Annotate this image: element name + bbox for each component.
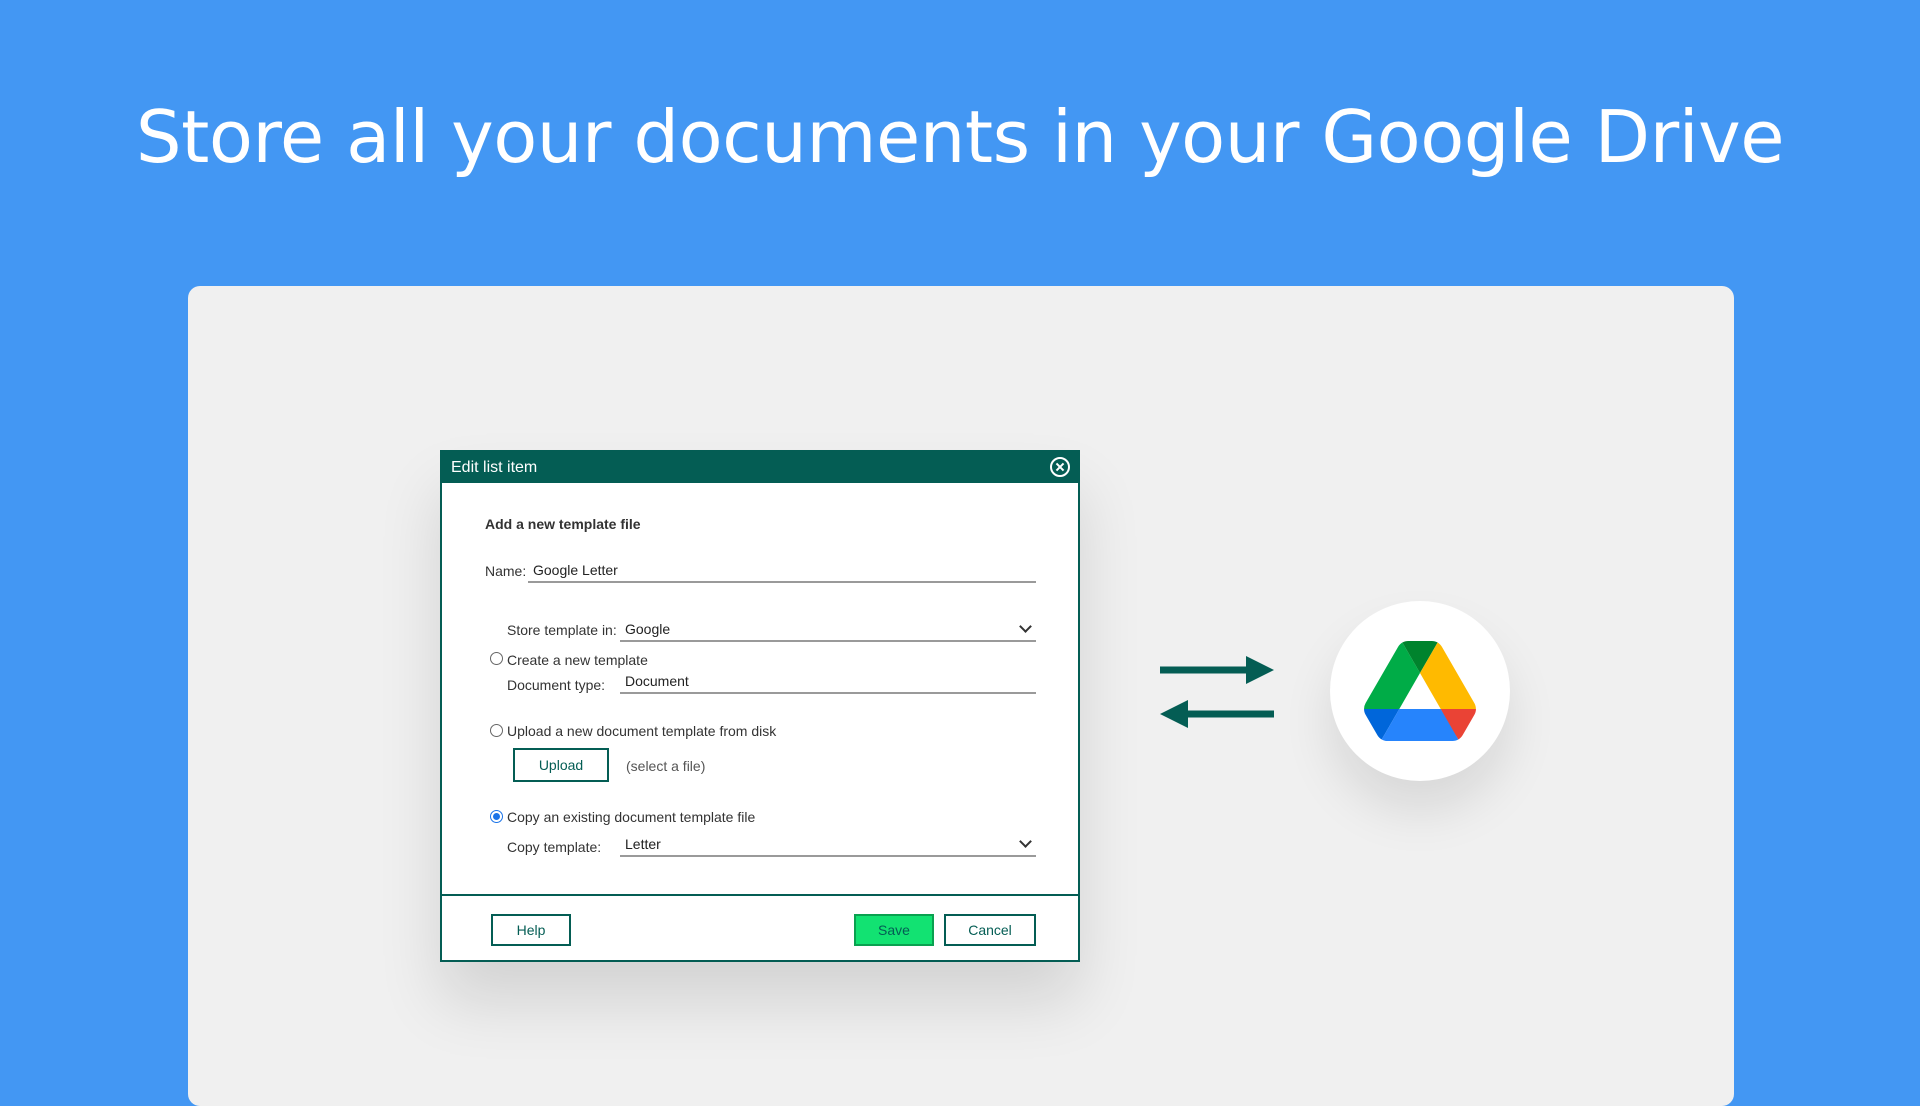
chevron-down-icon bbox=[1019, 835, 1032, 848]
help-button[interactable]: Help bbox=[491, 914, 571, 946]
document-type-value: Document bbox=[625, 673, 689, 689]
store-template-select[interactable]: Google bbox=[620, 618, 1036, 642]
cancel-button[interactable]: Cancel bbox=[944, 914, 1036, 946]
close-icon[interactable] bbox=[1050, 457, 1070, 477]
copy-template-value: Letter bbox=[625, 836, 661, 852]
copy-existing-label: Copy an existing document template file bbox=[507, 809, 756, 825]
copy-existing-radio[interactable] bbox=[490, 810, 503, 823]
upload-radio[interactable] bbox=[490, 724, 503, 737]
copy-template-select[interactable]: Letter bbox=[620, 833, 1036, 857]
dialog-titlebar: Edit list item bbox=[442, 452, 1078, 483]
select-file-hint: (select a file) bbox=[626, 758, 706, 774]
upload-label: Upload a new document template from disk bbox=[507, 723, 777, 739]
name-value: Google Letter bbox=[533, 562, 618, 578]
dialog-title: Edit list item bbox=[451, 459, 538, 476]
google-drive-badge bbox=[1330, 601, 1510, 781]
sync-arrows-icon bbox=[1160, 656, 1274, 728]
create-new-label: Create a new template bbox=[507, 652, 648, 668]
document-type-field[interactable]: Document bbox=[620, 670, 1036, 694]
edit-list-item-dialog: Edit list item Add a new template file N… bbox=[440, 450, 1080, 962]
name-field[interactable]: Google Letter bbox=[528, 559, 1036, 583]
store-template-value: Google bbox=[625, 621, 671, 637]
google-drive-icon bbox=[1364, 641, 1476, 741]
headline: Store all your documents in your Google … bbox=[135, 95, 1785, 179]
document-type-label: Document type: bbox=[507, 677, 606, 693]
chevron-down-icon bbox=[1019, 620, 1032, 633]
save-button[interactable]: Save bbox=[854, 914, 934, 946]
copy-template-label: Copy template: bbox=[507, 839, 602, 855]
upload-button[interactable]: Upload bbox=[513, 748, 609, 782]
section-title: Add a new template file bbox=[485, 516, 641, 532]
create-new-radio[interactable] bbox=[490, 652, 503, 665]
footer-divider bbox=[442, 894, 1078, 896]
store-template-label: Store template in: bbox=[507, 622, 617, 638]
name-label: Name: bbox=[485, 563, 527, 579]
